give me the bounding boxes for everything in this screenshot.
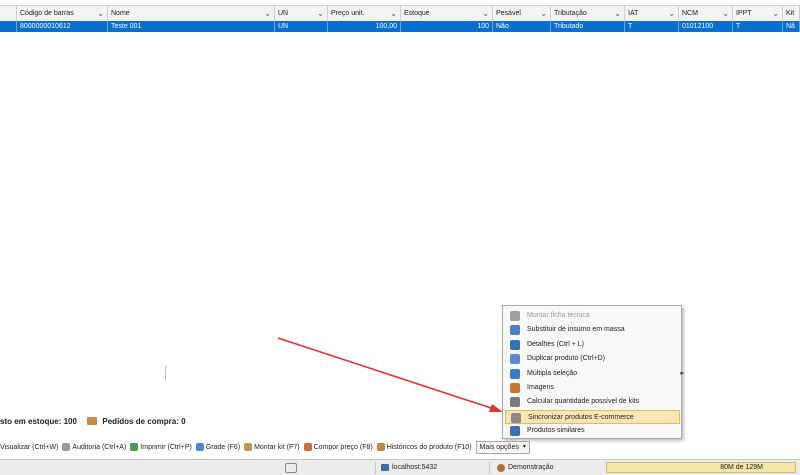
- menu-item[interactable]: Produtos similares: [505, 424, 680, 438]
- menu-item-label: Sincronizar produtos E-commerce: [528, 413, 634, 421]
- menu-item[interactable]: Múltipla seleção ▸: [505, 367, 684, 381]
- menu-item-label: Duplicar produto (Ctrl+D): [527, 355, 605, 363]
- calculator-icon: [510, 397, 520, 408]
- user-icon: [497, 463, 505, 472]
- toolbar-button[interactable]: Grade (F6): [195, 443, 241, 451]
- images-icon: [510, 383, 520, 393]
- menu-item[interactable]: Substituir de insumo em massa: [505, 323, 680, 337]
- menu-item-label: Montar ficha técnica: [527, 312, 590, 319]
- menu-item[interactable]: Detalhes (Ctrl + L): [505, 338, 680, 352]
- toolbar-button[interactable]: Montar kit (F7): [244, 443, 300, 451]
- purchase-orders-label: Pedidos de compra: 0: [102, 417, 186, 426]
- menu-item-label: Produtos similares: [527, 427, 585, 435]
- duplicate-icon: [510, 354, 520, 365]
- toolbar-button-label: Grade (F6): [205, 443, 241, 451]
- swap-icon: [510, 325, 520, 336]
- menu-item-label: Múltipla seleção: [527, 369, 578, 377]
- kit-icon: [244, 443, 253, 451]
- chevron-down-icon: ▾: [522, 443, 526, 450]
- purchase-orders-icon: [87, 417, 98, 425]
- host-label: localhost:5432: [392, 464, 438, 471]
- status-host: localhost:5432: [381, 460, 437, 475]
- stock-summary: sto em estoque: 100 Pedidos de compra: 0: [0, 417, 186, 426]
- grid-icon: [195, 443, 204, 451]
- menu-item-label: Substituir de insumo em massa: [527, 326, 625, 334]
- multi-select-icon: [510, 368, 520, 379]
- stock-label: sto em estoque: 100: [0, 417, 77, 426]
- audit-icon: [62, 443, 71, 451]
- menu-item-label: Calcular quantidade possível de kits: [527, 398, 640, 406]
- toolbar-button-label: Montar kit (F7): [254, 443, 300, 451]
- toolbar-button[interactable]: Auditoria (Ctrl+A): [62, 443, 126, 451]
- status-box-icon: [285, 463, 297, 473]
- menu-item[interactable]: Duplicar produto (Ctrl+D): [505, 352, 680, 366]
- more-options-menu: Montar ficha técnica Substituir de insumo…: [502, 305, 684, 439]
- toolbar-button-label: Históricos do produto (F10): [386, 443, 472, 451]
- toolbar-button-label: Compor preço (F8): [313, 443, 373, 451]
- memory-label: 80M de 129M: [720, 464, 763, 471]
- toolbar-button-label: Visualizar (Ctrl+W): [0, 443, 59, 451]
- toolbar-button-label: Imprimir (Ctrl+P): [140, 443, 192, 451]
- history-icon: [376, 443, 385, 451]
- toolbar-button[interactable]: Visualizar (Ctrl+W): [0, 444, 58, 451]
- submenu-arrow-icon: ▸: [680, 369, 684, 377]
- toolbar-button[interactable]: Históricos do produto (F10): [376, 443, 472, 451]
- toolbar-button-label: Auditoria (Ctrl+A): [72, 443, 127, 451]
- gear-icon: [510, 311, 520, 321]
- menu-separator: [165, 366, 166, 380]
- menu-item-label: Detalhes (Ctrl + L): [527, 340, 584, 348]
- menu-item[interactable]: Imagens: [505, 381, 680, 395]
- user-label: Demonstração: [508, 464, 554, 471]
- similar-icon: [510, 426, 520, 437]
- menu-item[interactable]: Calcular quantidade possível de kits: [505, 395, 680, 409]
- details-icon: [510, 339, 520, 350]
- status-divider: [489, 462, 490, 474]
- menu-item[interactable]: Sincronizar produtos E-commerce: [505, 409, 680, 424]
- more-options-label: Mais opções: [479, 443, 519, 451]
- server-icon: [381, 464, 389, 471]
- price-icon: [303, 443, 312, 451]
- status-user: Demonstração: [497, 460, 554, 475]
- status-divider: [375, 462, 376, 474]
- memory-indicator: 80M de 129M: [606, 462, 796, 473]
- status-bar: localhost:5432 Demonstração 80M de 129M: [0, 459, 800, 475]
- sync-icon: [511, 412, 521, 423]
- more-options-button[interactable]: Mais opções ▾: [475, 440, 530, 454]
- action-toolbar: Visualizar (Ctrl+W) Auditoria (Ctrl+A) Imp…: [0, 440, 530, 454]
- toolbar-button[interactable]: Compor preço (F8): [303, 443, 373, 451]
- print-icon: [130, 443, 139, 451]
- toolbar-button[interactable]: Imprimir (Ctrl+P): [130, 443, 192, 451]
- menu-item[interactable]: Montar ficha técnica: [505, 309, 680, 323]
- menu-item-label: Imagens: [527, 384, 554, 391]
